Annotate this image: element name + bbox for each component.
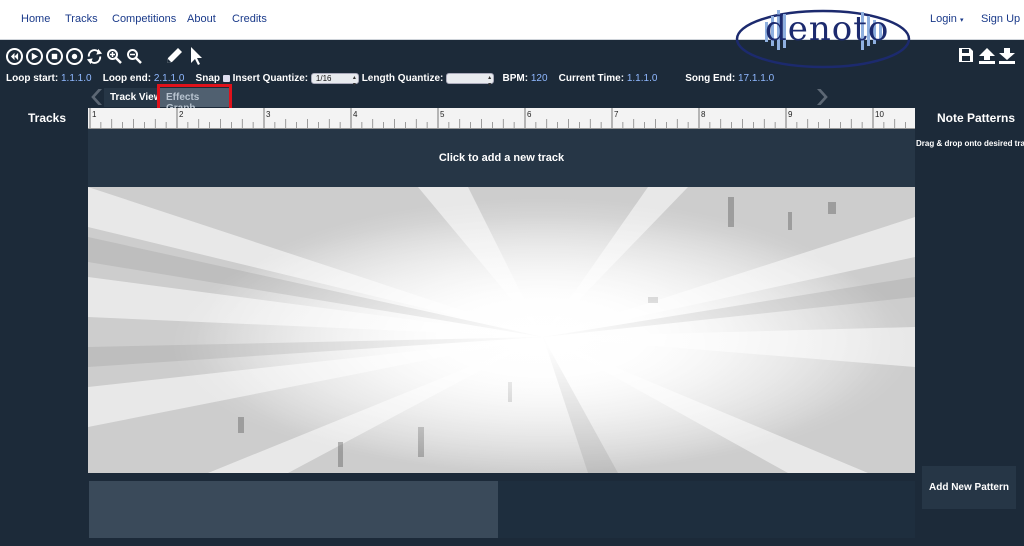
insert-quantize-select[interactable]: 1/16	[310, 73, 359, 88]
play-button[interactable]	[26, 48, 43, 65]
note-patterns-title: Note Patterns	[937, 111, 1016, 125]
chevron-down-icon: ▾	[959, 17, 964, 24]
zoom-in-icon	[107, 49, 122, 64]
nav-tracks[interactable]: Tracks	[65, 13, 98, 25]
song-end-value[interactable]: 17.1.1.0	[738, 73, 774, 84]
current-time-label: Current Time:	[558, 73, 625, 85]
length-quantize-label: Length Quantize:	[361, 73, 444, 85]
ruler-measure-label: 8	[701, 110, 706, 119]
ruler-measure-label: 3	[266, 110, 271, 119]
nav-credits[interactable]: Credits	[232, 13, 267, 25]
tracks-title: Tracks	[28, 111, 67, 125]
loop-end-label: Loop end:	[102, 73, 152, 85]
logo-text: denoto	[765, 9, 890, 49]
ruler-measure-label: 7	[614, 110, 619, 119]
rewind-button[interactable]	[6, 48, 23, 65]
ruler-measure-label: 10	[875, 110, 884, 119]
snap-label: Snap	[195, 73, 220, 85]
stop-icon	[51, 53, 58, 60]
nav-home[interactable]: Home	[21, 13, 50, 25]
loop-start-value[interactable]: 1.1.1.0	[61, 73, 92, 84]
signup-link[interactable]: Sign Up	[981, 13, 1020, 25]
upload-button[interactable]	[978, 47, 996, 65]
note-patterns-hint: Drag & drop onto desired track	[916, 139, 1024, 148]
save-button[interactable]	[958, 47, 974, 63]
snap-checkbox[interactable]	[222, 75, 230, 82]
ruler-measure-label: 6	[527, 110, 532, 119]
pencil-icon	[167, 48, 182, 63]
nav-competitions[interactable]: Competitions	[112, 13, 176, 25]
settings-bar: Loop start: 1.1.1.0 Loop end: 2.1.1.0 Sn…	[6, 73, 774, 88]
bottom-right-panel	[498, 481, 915, 538]
bpm-label: BPM:	[502, 73, 529, 85]
song-end-label: Song End:	[685, 73, 736, 85]
login-label: Login	[930, 13, 957, 25]
ruler-measure-label: 1	[92, 110, 97, 119]
ruler-measure-label: 4	[353, 110, 358, 119]
pencil-tool[interactable]	[164, 46, 184, 66]
bottom-left-panel	[89, 481, 498, 538]
loop-icon	[86, 48, 103, 65]
upload-icon	[979, 48, 995, 64]
record-icon	[71, 53, 78, 60]
length-quantize-select[interactable]	[446, 73, 495, 88]
timeline-ruler[interactable]: 1 2 3 4 5 6 7 8 9 10	[88, 108, 915, 129]
stop-button[interactable]	[46, 48, 63, 65]
nav-about[interactable]: About	[187, 13, 216, 25]
add-new-pattern-button[interactable]: Add New Pattern	[922, 466, 1016, 509]
rewind-icon	[10, 52, 19, 61]
add-track-button[interactable]: Click to add a new track	[88, 129, 915, 187]
ruler-ticks: 1 2 3 4 5 6 7 8 9 10	[89, 108, 906, 128]
pointer-tool[interactable]	[186, 46, 206, 66]
ruler-measure-label: 2	[179, 110, 184, 119]
tab-scroll-left-icon[interactable]	[91, 89, 102, 105]
download-button[interactable]	[998, 47, 1016, 65]
ruler-measure-label: 9	[788, 110, 793, 119]
save-icon	[959, 48, 973, 62]
zoom-out-button[interactable]	[126, 48, 142, 64]
concert-lights-image	[88, 187, 915, 473]
record-button[interactable]	[66, 48, 83, 65]
zoom-in-button[interactable]	[106, 48, 122, 64]
login-dropdown[interactable]: Login ▾	[930, 13, 964, 25]
tab-scroll-right-icon[interactable]	[817, 89, 828, 105]
zoom-out-icon	[127, 49, 142, 64]
insert-quantize-label: Insert Quantize:	[232, 73, 309, 85]
track-area-background-image	[88, 187, 915, 473]
loop-button[interactable]	[85, 47, 104, 66]
pointer-icon	[191, 47, 202, 65]
loop-start-label: Loop start:	[6, 73, 59, 85]
loop-end-value[interactable]: 2.1.1.0	[154, 73, 185, 84]
bpm-value[interactable]: 120	[531, 73, 548, 84]
download-icon	[999, 48, 1015, 64]
current-time-value: 1.1.1.0	[626, 73, 658, 85]
ruler-measure-label: 5	[440, 110, 445, 119]
play-icon	[31, 52, 39, 61]
